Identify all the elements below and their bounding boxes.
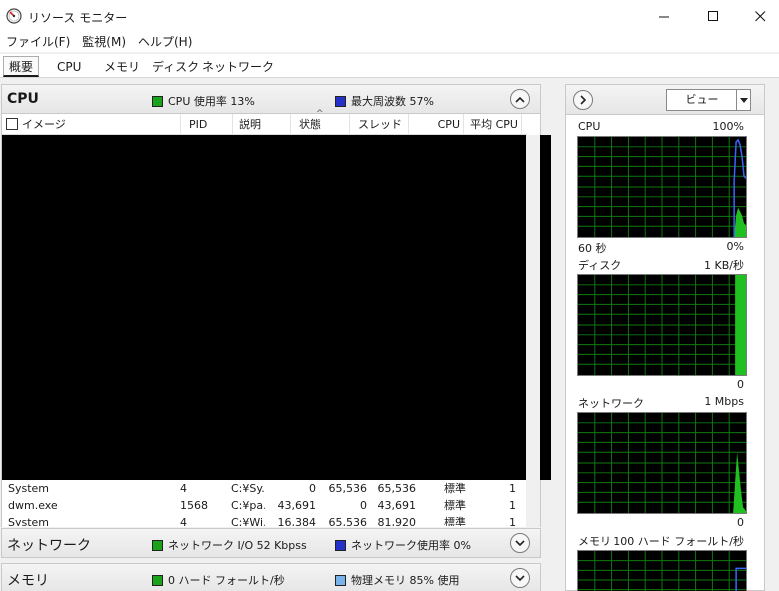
column-threads[interactable]: スレッド (350, 114, 409, 135)
hard-faults-label: 0 ハード フォールト/秒 (168, 574, 285, 587)
memory-section-title: メモリ (7, 573, 49, 589)
column-image[interactable]: イメージ (2, 114, 181, 135)
view-dropdown[interactable]: ビュー (666, 89, 751, 111)
tab-bar: 概要 CPU メモリ ディスク ネットワーク (0, 54, 779, 78)
collapse-chevron-icon (515, 96, 525, 103)
network-usage-swatch (335, 539, 346, 551)
cpu-graph (577, 136, 747, 238)
table-scrollbar[interactable] (526, 135, 540, 527)
view-dropdown-label: ビュー (685, 93, 719, 106)
graph-grid (578, 137, 746, 237)
cpu-usage-label: CPU 使用率 13% (168, 95, 255, 108)
maximize-button[interactable] (690, 0, 736, 33)
sort-ascending-icon: ^ (316, 109, 324, 119)
expand-chevron-icon (515, 574, 525, 581)
menu-file[interactable]: ファイル(F) (0, 33, 76, 52)
resource-monitor-window: リソース モニター ファイル(F) 監視(M) ヘルプ(H) 概要 CPU メモ… (0, 0, 779, 591)
network-graph-min: 0 (737, 516, 744, 529)
window-scrollbar[interactable] (768, 84, 779, 591)
memory-graph-max: 100 ハード フォールト/秒 (613, 535, 744, 548)
cpu-graph-min: 0% (726, 240, 744, 253)
disk-graph-max: 1 KB/秒 (704, 259, 744, 272)
cpu-usage-area (734, 207, 746, 237)
network-section-header[interactable]: ネットワーク ネットワーク I/O 52 Kbpss ネットワーク使用率 0% (1, 528, 541, 558)
network-graph-max: 1 Mbps (704, 395, 744, 408)
disk-graph-min: 0 (737, 378, 744, 391)
column-pid[interactable]: PID (181, 114, 233, 135)
window-title: リソース モニター (28, 11, 128, 25)
table-row[interactable]: System 4 C:¥Sy... 0 65,536 65,536 標準 1 (2, 480, 527, 497)
network-graph (577, 412, 747, 514)
tab-memory[interactable]: メモリ (98, 56, 146, 77)
cpu-graph-title: CPU (578, 120, 601, 133)
cpu-graph-max: 100% (712, 120, 744, 133)
tab-cpu[interactable]: CPU (51, 56, 87, 77)
memory-expand-button[interactable] (510, 568, 530, 588)
physical-memory-label: 物理メモリ 85% 使用 (351, 574, 460, 587)
graph-grid (578, 413, 746, 513)
overview-panel: CPU CPU 使用率 13% 最大周波数 57% イメージ PID 説明 状態… (1, 84, 551, 591)
memory-graph-title: メモリ (578, 535, 611, 548)
network-expand-button[interactable] (510, 533, 530, 553)
column-avg-cpu[interactable]: 平均 CPU (464, 114, 522, 135)
minimize-icon (658, 16, 669, 18)
network-io-swatch (152, 539, 163, 551)
column-cpu[interactable]: CPU (409, 114, 464, 135)
table-row[interactable]: dwm.exe 1568 C:¥pa... 43,691 0 43,691 標準… (2, 497, 527, 514)
graph-grid (578, 275, 746, 375)
max-frequency-swatch (335, 95, 346, 107)
memory-section-header[interactable]: メモリ 0 ハード フォールト/秒 物理メモリ 85% 使用 (1, 563, 541, 591)
hard-faults-swatch (152, 574, 163, 586)
network-graph-title: ネットワーク (578, 397, 644, 410)
cpu-process-table: イメージ PID 説明 状態 スレッド CPU 平均 CPU ^ System … (1, 109, 551, 527)
disk-graph (577, 274, 747, 376)
graph-grid (578, 551, 746, 591)
network-usage-label: ネットワーク使用率 0% (351, 539, 471, 552)
minimize-button[interactable] (641, 0, 687, 33)
disk-activity-area (735, 275, 746, 375)
cpu-collapse-button[interactable] (510, 89, 530, 109)
expand-chevron-icon (515, 539, 525, 546)
table-row[interactable]: System 4 C:¥Wi... 16,384 65,536 81,920 標… (2, 514, 527, 526)
tab-overview[interactable]: 概要 (3, 56, 40, 77)
cpu-section-title: CPU (7, 91, 39, 107)
disk-graph-title: ディスク (578, 259, 622, 272)
redacted-process-rows (2, 135, 551, 480)
graphs-toggle-button[interactable] (573, 90, 593, 110)
title-bar: リソース モニター (0, 0, 779, 33)
tab-network[interactable]: ネットワーク (196, 56, 280, 77)
cpu-usage-swatch (152, 95, 163, 107)
hard-faults-indicator: 0 ハード フォールト/秒 (152, 572, 285, 588)
dropdown-arrow-icon (736, 90, 750, 110)
column-description[interactable]: 説明 (233, 114, 291, 135)
graphs-panel-header: ビュー (566, 85, 764, 115)
network-usage-indicator: ネットワーク使用率 0% (335, 537, 471, 553)
physical-memory-indicator: 物理メモリ 85% 使用 (335, 572, 459, 588)
physical-memory-swatch (335, 574, 346, 586)
maximize-icon (707, 11, 718, 21)
graphs-panel: ビュー CPU 100% 60 秒 0% ディスク 1 KB/秒 0 ネットワー… (565, 84, 765, 591)
network-io-label: ネットワーク I/O 52 Kbpss (168, 539, 307, 552)
close-icon (754, 11, 765, 22)
close-button[interactable] (737, 0, 779, 33)
max-frequency-label: 最大周波数 57% (351, 95, 434, 108)
max-frequency-indicator: 最大周波数 57% (335, 93, 434, 109)
menu-help[interactable]: ヘルプ(H) (132, 33, 198, 52)
expand-chevron-icon (580, 95, 587, 105)
select-all-checkbox[interactable] (6, 118, 18, 130)
resource-monitor-icon (6, 8, 22, 24)
cpu-usage-indicator: CPU 使用率 13% (152, 93, 255, 109)
cpu-section-header[interactable]: CPU CPU 使用率 13% 最大周波数 57% (1, 84, 541, 114)
network-section-title: ネットワーク (7, 538, 91, 554)
network-io-indicator: ネットワーク I/O 52 Kbpss (152, 537, 307, 553)
cpu-graph-timespan: 60 秒 (578, 242, 607, 255)
memory-graph (577, 550, 747, 591)
menu-bar: ファイル(F) 監視(M) ヘルプ(H) (0, 33, 779, 52)
menu-monitor[interactable]: 監視(M) (76, 33, 132, 52)
table-header-row: イメージ PID 説明 状態 スレッド CPU 平均 CPU ^ (2, 109, 527, 135)
